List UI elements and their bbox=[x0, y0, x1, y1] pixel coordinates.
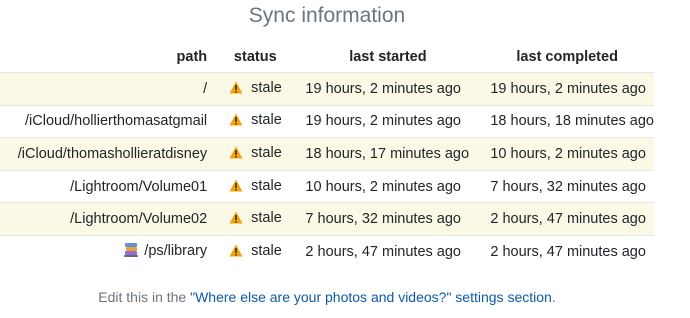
column-header-path: path bbox=[176, 49, 208, 65]
path-cell: /Lightroom/Volume01 bbox=[0, 169, 216, 203]
table-header-row: path status last started last completed bbox=[0, 42, 654, 73]
status-cell: stale bbox=[215, 234, 296, 268]
status-cell: stale bbox=[215, 137, 296, 171]
footer-note: Edit this in the "Where else are your ph… bbox=[0, 289, 654, 305]
path-cell: /Lightroom/Volume02 bbox=[0, 202, 216, 236]
status-text: stale bbox=[251, 177, 282, 194]
last-completed-cell: 2 hours, 47 minutes ago bbox=[480, 234, 654, 268]
table-row: /Lightroom/Volume01 stale 10 hours, 2 mi… bbox=[0, 169, 654, 203]
last-started-cell: 19 hours, 2 minutes ago bbox=[295, 104, 481, 138]
status-text: stale bbox=[251, 242, 282, 259]
table-row: /ps/library stale 2 hours, 47 minutes ag… bbox=[0, 234, 654, 268]
table-row: / stale 19 hours, 2 minutes ago 19 hours… bbox=[0, 72, 654, 106]
status-cell: stale bbox=[215, 202, 296, 236]
last-started-cell: 7 hours, 32 minutes ago bbox=[295, 202, 481, 236]
last-started-cell: 10 hours, 2 minutes ago bbox=[295, 169, 481, 203]
settings-section-link[interactable]: "Where else are your photos and videos?"… bbox=[190, 289, 552, 305]
path-text: / bbox=[203, 80, 208, 97]
status-text: stale bbox=[251, 112, 282, 129]
warning-icon bbox=[229, 179, 243, 196]
last-completed-cell: 2 hours, 47 minutes ago bbox=[480, 202, 654, 236]
path-cell: /ps/library bbox=[0, 234, 216, 268]
path-text: /Lightroom/Volume02 bbox=[70, 211, 208, 228]
last-completed-cell: 19 hours, 2 minutes ago bbox=[480, 72, 654, 106]
last-started-cell: 19 hours, 2 minutes ago bbox=[295, 72, 481, 106]
column-header-last-started: last started bbox=[349, 49, 427, 65]
warning-icon bbox=[229, 244, 243, 261]
page-title: Sync information bbox=[248, 4, 406, 27]
path-cell: /iCloud/thomashollieratdisney bbox=[0, 137, 216, 171]
path-text: /ps/library bbox=[144, 242, 208, 259]
sync-table: path status last started last completed … bbox=[0, 42, 654, 268]
warning-icon bbox=[229, 81, 243, 98]
path-cell: / bbox=[0, 72, 216, 106]
warning-icon bbox=[229, 146, 243, 163]
status-cell: stale bbox=[215, 104, 296, 138]
footer-prefix: Edit this in the bbox=[98, 289, 191, 305]
table-row: /iCloud/thomashollieratdisney stale 18 h… bbox=[0, 137, 654, 171]
path-text: /iCloud/thomashollieratdisney bbox=[17, 145, 208, 162]
path-cell: /iCloud/hollierthomasatgmail bbox=[0, 104, 216, 138]
column-header-status: status bbox=[233, 49, 277, 65]
last-started-cell: 2 hours, 47 minutes ago bbox=[295, 234, 481, 268]
path-text: /Lightroom/Volume01 bbox=[70, 178, 208, 195]
last-started-cell: 18 hours, 17 minutes ago bbox=[295, 137, 481, 171]
library-books-icon bbox=[123, 242, 139, 262]
warning-icon bbox=[229, 113, 243, 130]
status-text: stale bbox=[251, 79, 282, 96]
footer-suffix: . bbox=[551, 289, 556, 305]
status-text: stale bbox=[251, 210, 282, 227]
path-text: /iCloud/hollierthomasatgmail bbox=[25, 113, 208, 130]
warning-icon bbox=[229, 211, 243, 228]
status-cell: stale bbox=[215, 169, 296, 203]
column-header-last-completed: last completed bbox=[516, 49, 618, 65]
table-row: /iCloud/hollierthomasatgmail stale 19 ho… bbox=[0, 104, 654, 138]
table-row: /Lightroom/Volume02 stale 7 hours, 32 mi… bbox=[0, 202, 654, 236]
last-completed-cell: 7 hours, 32 minutes ago bbox=[480, 169, 654, 203]
last-completed-cell: 18 hours, 18 minutes ago bbox=[480, 104, 654, 138]
last-completed-cell: 10 hours, 2 minutes ago bbox=[480, 137, 654, 171]
status-text: stale bbox=[251, 144, 282, 161]
status-cell: stale bbox=[215, 72, 296, 106]
